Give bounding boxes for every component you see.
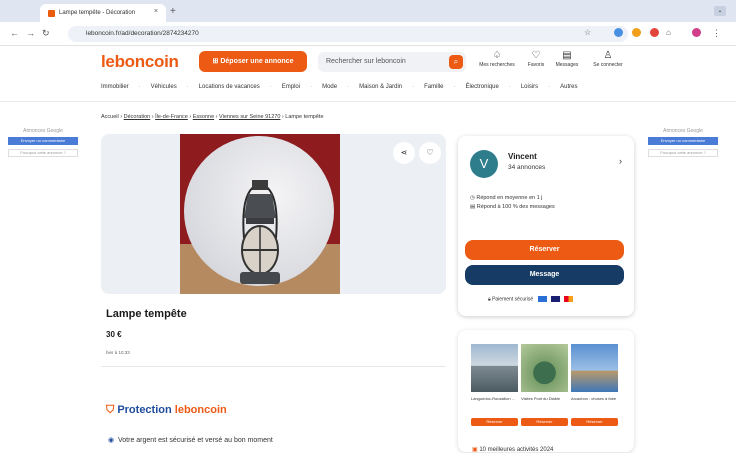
bell-icon: ♤ [492, 50, 502, 61]
clock-icon: ◷ [470, 195, 475, 201]
breadcrumb: Accueil › Décoration › Île-de-France › E… [101, 114, 324, 120]
category-link[interactable]: Locations de vacances [199, 84, 260, 90]
seller-name[interactable]: Vincent [508, 152, 537, 161]
breadcrumb-item[interactable]: Essonne [193, 114, 214, 120]
star-icon[interactable]: ☆ [584, 28, 591, 37]
user-icon: ♙ [603, 50, 613, 61]
favorite-heart-icon[interactable]: ♡ [419, 142, 441, 164]
chevron-right-icon[interactable]: › [619, 156, 622, 166]
extension-icon[interactable] [650, 28, 659, 37]
protection-line: ◉ Votre argent est sécurisé et versé au … [108, 437, 273, 444]
extension-icon[interactable] [614, 28, 623, 37]
breadcrumb-current: Lampe tempête [285, 114, 324, 120]
window-menu-icon[interactable]: ⌄ [714, 6, 726, 16]
reload-icon[interactable]: ↻ [42, 28, 50, 39]
promo-activities-card: Languedoc-Roussillon ... Réserver Visite… [458, 330, 634, 453]
browser-tab-bar: Lampe tempête - Décoration × + ⌄ [0, 0, 736, 22]
message-icon: ▤ [562, 50, 572, 61]
protection-heading: ⛉ Protection leboncoin [106, 404, 227, 416]
leboncoin-logo[interactable]: leboncoin [101, 52, 179, 72]
seller-ad-count: 34 annonces [508, 164, 546, 171]
promo-item[interactable]: Languedoc-Roussillon ... Réserver [471, 344, 518, 426]
reserve-button[interactable]: Réserver [465, 240, 624, 260]
site-header: leboncoin ⊞ Déposer une annonce Recherch… [0, 46, 736, 102]
category-link[interactable]: Électronique [465, 84, 498, 90]
login-link[interactable]: ♙ Se connecter [588, 50, 628, 68]
lock-icon: ◉ [108, 437, 115, 444]
url-input[interactable]: leboncoin.fr/ad/decoration/2874234270 [68, 26, 628, 42]
promo-image [571, 344, 618, 392]
ad-label: Annonces Google [663, 128, 703, 134]
ad-label: Annonces Google [23, 128, 63, 134]
category-link[interactable]: Mode [322, 84, 337, 90]
message-button[interactable]: Message [465, 265, 624, 285]
seller-card: V Vincent 34 annonces › ◷ Répond en moye… [458, 136, 634, 316]
favicon-icon [48, 9, 55, 17]
promo-image [521, 344, 568, 392]
breadcrumb-item[interactable]: Île-de-France [155, 114, 188, 120]
breadcrumb-item[interactable]: Décoration [124, 114, 151, 120]
divider [101, 366, 446, 367]
category-nav: Immobilier · Véhicules · Locations de vaca… [101, 84, 578, 90]
message-icon: ▤ [470, 204, 476, 210]
listing-date: hier à 10:33 [106, 350, 130, 355]
secure-payment: 🔒︎ Paiement sécurisé [488, 296, 574, 303]
category-link[interactable]: Maison & Jardin [359, 84, 402, 90]
shield-icon: ⛉ [106, 404, 115, 416]
category-link[interactable]: Emploi [282, 84, 300, 90]
seller-response-info: ◷ Répond en moyenne en 1 j ▤ Répond à 10… [470, 195, 555, 210]
profile-avatar[interactable] [692, 28, 701, 37]
activity-icon: ▣ [472, 447, 478, 453]
tab-title: Lampe tempête - Décoration [59, 10, 136, 16]
category-link[interactable]: Loisirs [521, 84, 538, 90]
saved-searches-link[interactable]: ♤ Mes recherches [477, 50, 517, 68]
kebab-menu-icon[interactable]: ⋮ [712, 28, 721, 39]
promo-item[interactable]: Visites Pont du Diable Réserver [521, 344, 568, 426]
promo-image [471, 344, 518, 392]
search-icon[interactable]: ⌕ [449, 55, 463, 69]
category-link[interactable]: Famille [424, 84, 443, 90]
lamp-image [240, 180, 280, 284]
right-ad-panel: Annonces Google Envoyer un commentaire P… [648, 128, 718, 157]
lock-icon: 🔒︎ [488, 296, 491, 303]
messages-link[interactable]: ▤ Messages [547, 50, 587, 68]
search-input[interactable]: Rechercher sur leboncoin ⌕ [318, 52, 466, 72]
ad-why-link[interactable]: Pourquoi cette annonce ? [648, 149, 718, 157]
back-icon[interactable]: ← [10, 28, 19, 38]
forward-icon[interactable]: → [26, 28, 35, 38]
category-link[interactable]: Véhicules [151, 84, 177, 90]
extension-icon[interactable] [632, 28, 641, 37]
post-ad-button[interactable]: ⊞ Déposer une annonce [199, 51, 307, 72]
listing-image-gallery[interactable]: ⋖ ♡ [101, 134, 446, 294]
ad-why-link[interactable]: Pourquoi cette annonce ? [8, 149, 78, 157]
share-icon[interactable]: ⋖ [393, 142, 415, 164]
card-icon [537, 296, 547, 302]
category-link[interactable]: Immobilier [101, 84, 129, 90]
visa-icon [550, 296, 560, 302]
mastercard-icon [564, 296, 574, 302]
address-bar: ← → ↻ leboncoin.fr/ad/decoration/2874234… [0, 22, 736, 46]
search-placeholder: Rechercher sur leboncoin [326, 58, 406, 65]
listing-price: 30 € [106, 330, 122, 339]
category-link[interactable]: Autres [560, 84, 577, 90]
promo-reserve-button[interactable]: Réserver [521, 418, 568, 426]
listing-photo[interactable] [180, 134, 340, 294]
breadcrumb-item[interactable]: Accueil [101, 114, 119, 120]
new-tab-button[interactable]: + [170, 6, 176, 17]
listing-title: Lampe tempête [106, 308, 187, 320]
avatar[interactable]: V [470, 150, 498, 178]
promo-item[interactable]: Arcachon : choses à faire Réserver [571, 344, 618, 426]
breadcrumb-item[interactable]: Viennes sur Seine 91270 [219, 114, 280, 120]
left-ad-panel: Annonces Google Envoyer un commentaire P… [8, 128, 78, 157]
promo-reserve-button[interactable]: Réserver [571, 418, 618, 426]
tab-close-icon[interactable]: × [154, 8, 158, 15]
extensions-puzzle-icon[interactable]: ⌂ [666, 28, 671, 37]
ad-feedback-button[interactable]: Envoyer un commentaire [8, 137, 78, 145]
browser-tab[interactable]: Lampe tempête - Décoration × [40, 4, 166, 22]
promo-reserve-button[interactable]: Réserver [471, 418, 518, 426]
ad-feedback-button[interactable]: Envoyer un commentaire [648, 137, 718, 145]
